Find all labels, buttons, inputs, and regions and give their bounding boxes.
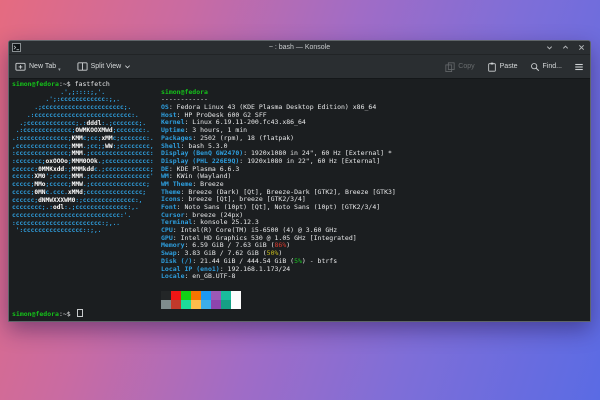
prompt-suffix: :~$ (59, 310, 75, 318)
konsole-window: ~ : bash — Konsole New Tab ▾ Split View (8, 40, 591, 322)
hamburger-menu-icon (574, 62, 584, 72)
color-swatch (181, 291, 191, 300)
color-swatch (231, 291, 241, 300)
command-text: fastfetch (75, 80, 110, 88)
color-palette-row (161, 291, 590, 300)
color-swatch (171, 300, 181, 309)
color-swatch (161, 300, 171, 309)
color-swatch (191, 291, 201, 300)
minimize-icon[interactable] (545, 44, 553, 52)
window-title: ~ : bash — Konsole (9, 44, 590, 51)
split-panes-icon (77, 61, 88, 72)
info-line: simon@fedora (161, 89, 590, 97)
tab-plus-icon (15, 61, 26, 72)
close-icon[interactable] (577, 44, 585, 52)
color-swatch (231, 300, 241, 309)
color-palette-row (161, 300, 590, 309)
color-swatch (201, 300, 211, 309)
find-label: Find... (543, 63, 562, 70)
chevron-down-icon (124, 63, 131, 70)
paste-label: Paste (500, 63, 518, 70)
toolbar-right-group: Copy Paste Find... (445, 62, 584, 72)
prompt-suffix: :~$ (59, 80, 75, 88)
info-line: Locale: en_GB.UTF-8 (161, 273, 590, 281)
copy-pages-icon (445, 62, 455, 72)
prompt-line-current[interactable]: simon@fedora:~$ (12, 309, 590, 317)
info-line: WM: KWin (Wayland) (161, 173, 590, 181)
prompt-user: simon@fedora (12, 310, 59, 318)
split-view-button[interactable]: Split View (77, 61, 132, 72)
color-swatch (181, 300, 191, 309)
title-bar[interactable]: ~ : bash — Konsole (9, 41, 590, 55)
color-swatch (211, 291, 221, 300)
color-swatch (191, 300, 201, 309)
color-swatch (161, 291, 171, 300)
terminal-view[interactable]: simon@fedora:~$ fastfetch .',;::::;,'. .… (9, 79, 590, 321)
new-tab-menu-caret-icon: ▾ (58, 67, 61, 73)
split-view-label: Split View (91, 63, 122, 70)
window-controls (545, 44, 585, 52)
prompt-user: simon@fedora (12, 80, 59, 88)
copy-button[interactable]: Copy (445, 62, 474, 72)
new-tab-button[interactable]: New Tab ▾ (15, 61, 62, 72)
color-swatch (211, 300, 221, 309)
paste-button[interactable]: Paste (487, 62, 518, 72)
color-swatch (171, 291, 181, 300)
clipboard-icon (487, 62, 497, 72)
info-line (161, 281, 590, 289)
color-swatch (221, 300, 231, 309)
copy-label: Copy (458, 63, 474, 70)
fastfetch-output: .',;::::;,'. .';:cccccccccccc:;,. .;cccc… (12, 89, 590, 309)
toolbar: New Tab ▾ Split View Copy Paste Find... (9, 55, 590, 79)
prompt-line-command: simon@fedora:~$ fastfetch (12, 81, 590, 89)
fastfetch-info: simon@fedora------------OS: Fedora Linux… (161, 89, 590, 309)
find-button[interactable]: Find... (530, 62, 562, 72)
terminal-cursor (77, 309, 83, 317)
magnifier-icon (530, 62, 540, 72)
menu-button[interactable] (574, 62, 584, 72)
ascii-art-fedora-logo: .',;::::;,'. .';:cccccccccccc:;,. .;cccc… (12, 89, 161, 235)
color-swatch (221, 291, 231, 300)
maximize-icon[interactable] (561, 44, 569, 52)
konsole-app-icon (12, 43, 21, 52)
color-swatch (201, 291, 211, 300)
new-tab-label: New Tab (29, 63, 56, 70)
